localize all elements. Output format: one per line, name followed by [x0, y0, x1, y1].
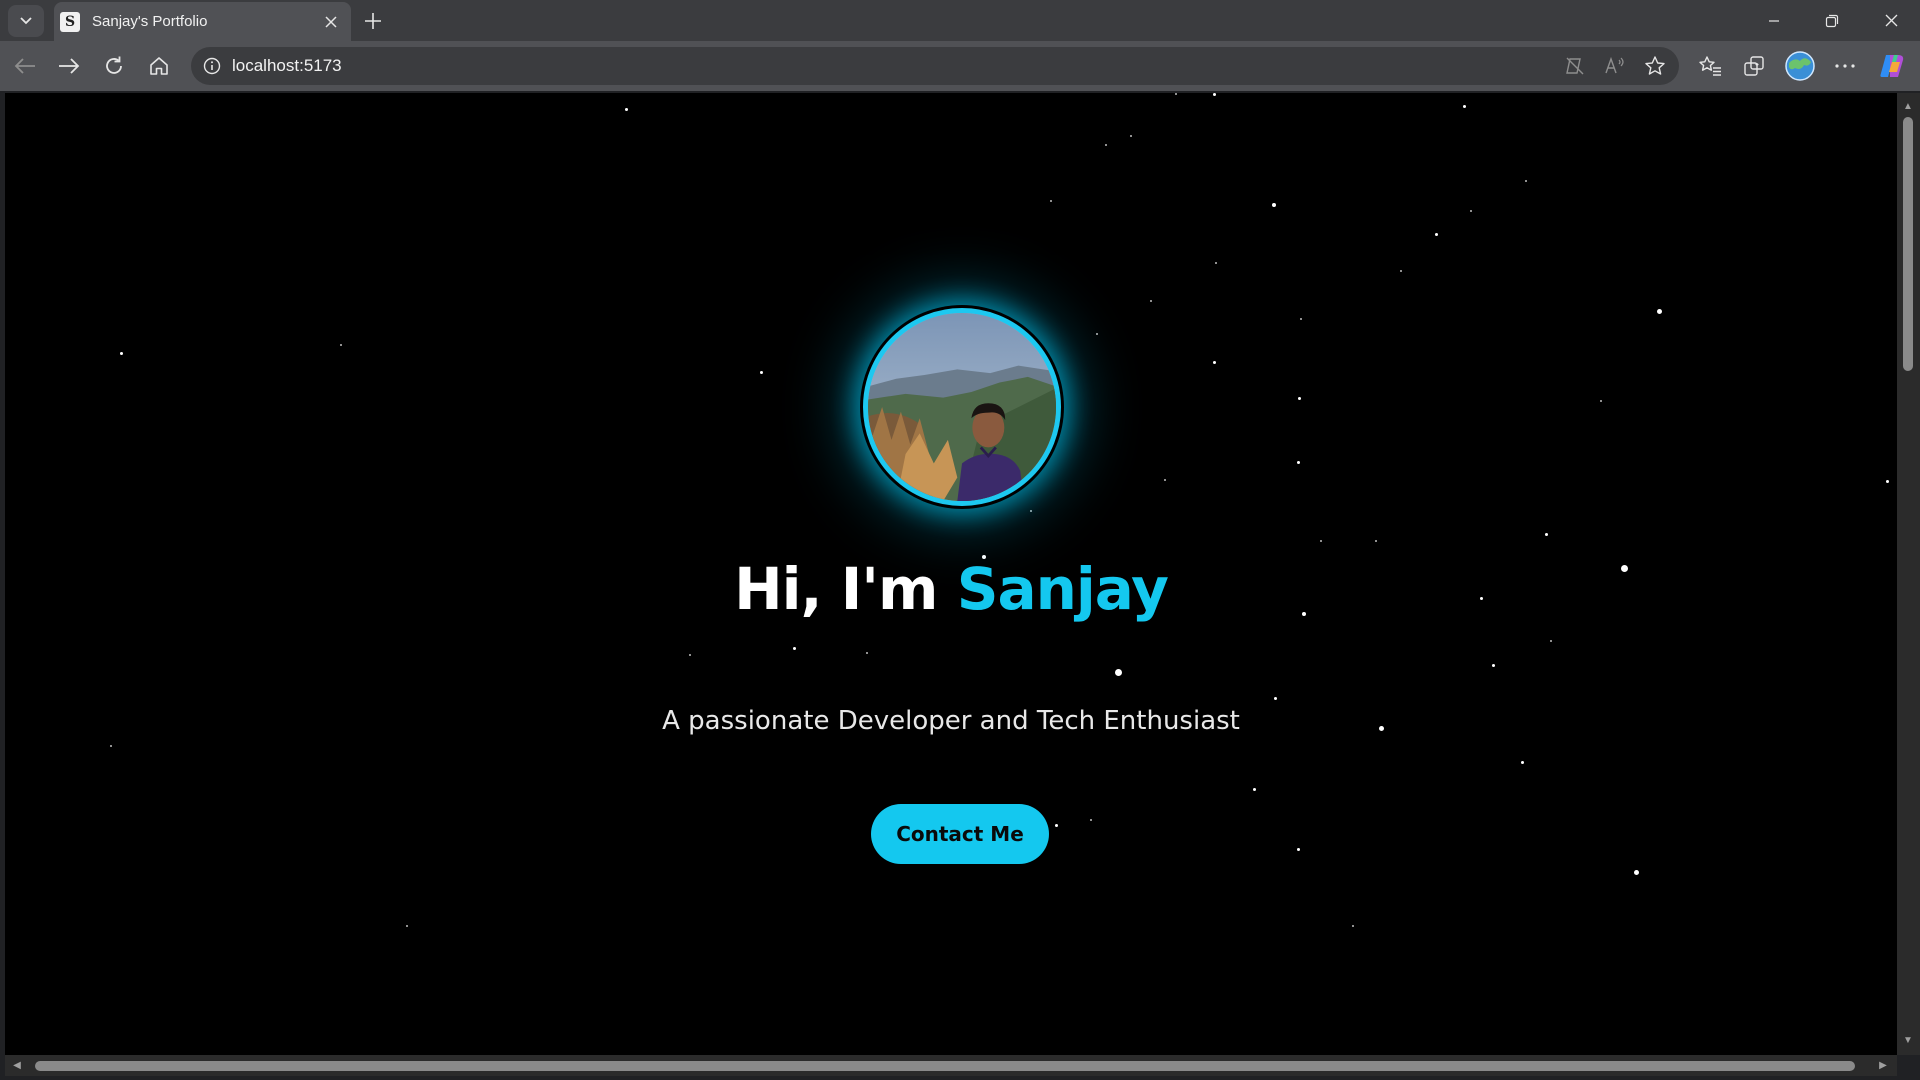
home-icon	[150, 57, 168, 75]
horizontal-scrollbar[interactable]: ◀ ▶	[5, 1055, 1897, 1076]
hero-greeting: Hi, I'm	[734, 555, 957, 623]
chevron-down-icon	[20, 17, 32, 25]
address-bar[interactable]: localhost:5173	[191, 47, 1679, 85]
home-button[interactable]	[142, 49, 176, 83]
vertical-scroll-thumb[interactable]	[1903, 117, 1913, 371]
back-button[interactable]	[8, 49, 42, 83]
horizontal-scroll-thumb[interactable]	[35, 1061, 1855, 1071]
scroll-left-icon[interactable]: ◀	[11, 1060, 23, 1072]
favorites-icon[interactable]	[1694, 50, 1726, 82]
profile-photo	[863, 308, 1061, 506]
tab-close-button[interactable]	[317, 8, 345, 36]
contact-me-button[interactable]: Contact Me	[871, 804, 1049, 864]
arrow-left-icon	[14, 58, 35, 74]
collections-icon[interactable]	[1739, 50, 1771, 82]
vertical-scrollbar[interactable]: ▲ ▼	[1897, 93, 1920, 1055]
profile-avatar[interactable]	[1784, 50, 1816, 82]
restore-button[interactable]	[1803, 0, 1861, 41]
close-window-button[interactable]	[1862, 0, 1920, 41]
plus-icon	[365, 13, 381, 29]
browser-tab-active[interactable]: S Sanjay's Portfolio	[54, 2, 351, 41]
hero-section: Hi, I'm Sanjay A passionate Developer an…	[5, 93, 1897, 1055]
close-icon	[325, 15, 337, 28]
info-icon[interactable]	[201, 55, 223, 77]
copilot-icon[interactable]	[1876, 50, 1908, 82]
hero-title: Hi, I'm Sanjay	[5, 555, 1897, 623]
arrow-right-icon	[59, 58, 80, 74]
favicon-icon: S	[60, 11, 80, 32]
scroll-up-icon[interactable]: ▲	[1902, 101, 1914, 113]
new-tab-button[interactable]	[356, 4, 390, 38]
immersive-reader-icon[interactable]	[1563, 55, 1587, 77]
forward-button[interactable]	[52, 49, 86, 83]
tab-actions-button[interactable]	[8, 5, 44, 37]
scrollbar-corner	[1897, 1055, 1920, 1080]
restore-icon	[1825, 14, 1839, 27]
reload-button[interactable]	[97, 49, 131, 83]
browser-toolbar: localhost:5173	[0, 41, 1920, 91]
close-icon	[1885, 14, 1897, 27]
favorite-star-icon[interactable]	[1643, 55, 1667, 77]
hero-name: Sanjay	[956, 555, 1169, 623]
page-viewport: Hi, I'm Sanjay A passionate Developer an…	[5, 93, 1897, 1055]
minimize-button[interactable]	[1745, 0, 1803, 41]
minimize-icon	[1769, 19, 1779, 22]
browser-titlebar: S Sanjay's Portfolio	[0, 0, 1920, 41]
scroll-down-icon[interactable]: ▼	[1902, 1035, 1914, 1047]
reload-icon	[106, 56, 122, 74]
scroll-right-icon[interactable]: ▶	[1877, 1060, 1889, 1072]
hero-subtitle: A passionate Developer and Tech Enthusia…	[662, 706, 1240, 736]
url-text: localhost:5173	[232, 56, 342, 75]
read-aloud-icon[interactable]	[1603, 55, 1627, 77]
more-options-icon[interactable]	[1829, 50, 1861, 82]
tab-title: Sanjay's Portfolio	[92, 13, 208, 30]
